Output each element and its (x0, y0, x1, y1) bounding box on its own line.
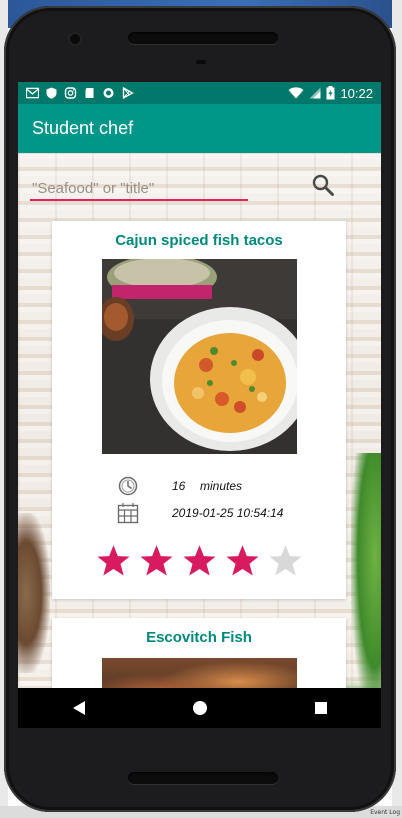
back-button[interactable] (59, 688, 99, 728)
recents-icon (314, 702, 327, 714)
search-icon (312, 174, 334, 196)
back-icon (72, 701, 85, 715)
star-filled-icon[interactable] (96, 543, 131, 578)
instagram-icon (64, 87, 77, 99)
system-icons: 10:22 (288, 86, 373, 101)
navigation-bar (18, 688, 381, 728)
star-filled-icon[interactable] (182, 543, 217, 578)
recipe-photo[interactable] (102, 259, 297, 454)
created-date-value: 2019-01-25 10:54:14 (172, 506, 284, 520)
app-bar: Student chef (18, 104, 381, 153)
cooking-time-row: 16 minutes (116, 474, 242, 498)
cooking-time-value: 16 (172, 479, 186, 493)
background-mushrooms (18, 513, 50, 673)
star-filled-icon[interactable] (139, 543, 174, 578)
recipe-title[interactable]: Cajun spiced fish tacos (52, 232, 346, 249)
status-time: 10:22 (340, 85, 373, 101)
recipe-title[interactable]: Escovitch Fish (52, 629, 346, 646)
cooking-time-unit: minutes (200, 479, 243, 493)
app-title: Student chef (32, 118, 134, 138)
sd-card-icon (85, 88, 94, 98)
clock-icon (116, 474, 140, 498)
front-camera (70, 34, 80, 44)
home-button[interactable] (180, 688, 220, 728)
recipe-photo-image (102, 259, 297, 454)
proximity-sensor (196, 60, 206, 64)
recipe-card[interactable]: Cajun spiced fish tacos 16 minutes 2019-… (52, 221, 346, 599)
circle-icon (103, 88, 114, 98)
notification-icons (26, 87, 134, 99)
device-screen: 10:22 Student chef Cajun spiced fish tac… (18, 82, 381, 728)
search-input[interactable] (30, 177, 248, 201)
event-log-label[interactable]: Event Log (370, 809, 400, 816)
rating-bar[interactable] (96, 543, 303, 578)
search-button[interactable] (311, 173, 335, 197)
gmail-icon (26, 87, 39, 99)
recents-button[interactable] (301, 688, 341, 728)
created-date-row: 2019-01-25 10:54:14 (116, 501, 283, 525)
status-bar: 10:22 (18, 82, 381, 104)
shield-icon (46, 87, 57, 99)
battery-icon (326, 86, 335, 100)
cell-signal-icon (309, 87, 321, 99)
calendar-icon (116, 501, 140, 525)
bottom-speaker (128, 772, 278, 784)
star-filled-icon[interactable] (225, 543, 260, 578)
earpiece-speaker (128, 32, 278, 44)
star-empty-icon[interactable] (268, 543, 303, 578)
wifi-icon (288, 87, 304, 99)
home-icon (192, 701, 207, 715)
play-store-icon (122, 87, 134, 99)
